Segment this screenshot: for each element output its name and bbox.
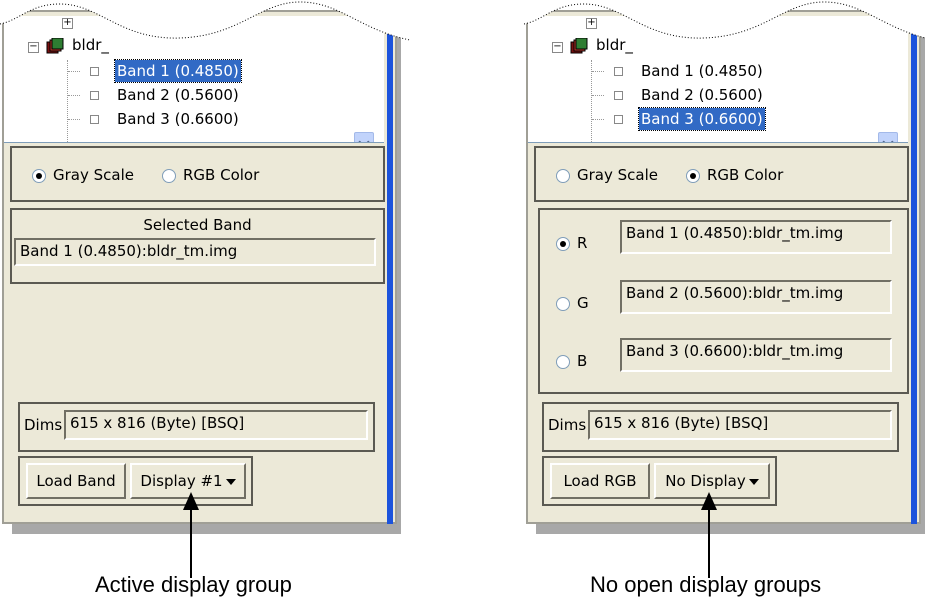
- dims-group: Dims 615 x 816 (Byte) [BSQ]: [542, 402, 899, 452]
- action-group: Load RGB No Display: [542, 456, 777, 506]
- dropdown-label: Display #1: [140, 472, 223, 490]
- band-icon: [614, 115, 623, 124]
- channel-b-option[interactable]: B: [556, 352, 587, 370]
- load-rgb-button[interactable]: Load RGB: [550, 463, 650, 499]
- radio-icon: [556, 236, 570, 251]
- option-label: RGB Color: [707, 166, 784, 184]
- load-band-button[interactable]: Load Band: [26, 463, 126, 499]
- button-label: Load RGB: [563, 472, 637, 490]
- band-list-panel-rgb: + − bldr_ Band 1 (0.4850) Band 2 (0.5600…: [524, 0, 926, 534]
- tree-line: [592, 119, 604, 120]
- option-label: Gray Scale: [577, 166, 658, 184]
- action-group: Load Band Display #1: [18, 456, 253, 506]
- band-icon: [614, 67, 623, 76]
- band-label: Band 1 (0.4850): [641, 62, 763, 80]
- radio-icon: [162, 168, 176, 183]
- window-border: [387, 10, 393, 524]
- channel-r-option[interactable]: R: [556, 234, 587, 252]
- tree-line: [592, 95, 604, 96]
- gray-scale-option[interactable]: Gray Scale: [556, 166, 658, 184]
- selected-band-title: Selected Band: [143, 216, 252, 234]
- dropdown-label: No Display: [665, 472, 746, 490]
- tree-line: [67, 60, 68, 142]
- channel-b-field: Band 3 (0.6600):bldr_tm.img: [620, 338, 892, 372]
- band-icon: [614, 91, 623, 100]
- color-mode-group: Gray Scale RGB Color: [534, 146, 909, 202]
- chevron-down-icon: [748, 478, 759, 485]
- arrow-line: [190, 508, 192, 578]
- band-label: Band 3 (0.6600): [117, 110, 239, 128]
- radio-icon: [556, 354, 570, 369]
- channel-label: B: [577, 352, 588, 370]
- band-list-panel-gray: + − bldr_ Band 1 (0.4850) Band 2 (0.5600…: [0, 0, 410, 534]
- band-label: Band 2 (0.5600): [641, 86, 763, 104]
- channel-g-option[interactable]: G: [556, 294, 589, 312]
- dims-label: Dims: [24, 416, 63, 434]
- band-icon: [90, 115, 99, 124]
- band-icon: [90, 67, 99, 76]
- rgb-color-option[interactable]: RGB Color: [162, 166, 259, 184]
- option-label: RGB Color: [183, 166, 260, 184]
- torn-edge: [524, 0, 926, 39]
- band-label: Band 2 (0.5600): [117, 86, 239, 104]
- caption-left: Active display group: [95, 572, 292, 597]
- rgb-channel-group: R Band 1 (0.4850):bldr_tm.img G Band 2 (…: [538, 208, 909, 394]
- dims-field: 615 x 816 (Byte) [BSQ]: [64, 410, 368, 440]
- scroll-down-button[interactable]: [878, 132, 898, 142]
- tree-line: [591, 60, 592, 142]
- radio-icon: [556, 296, 570, 311]
- gray-scale-option[interactable]: Gray Scale: [32, 166, 134, 184]
- channel-g-field: Band 2 (0.5600):bldr_tm.img: [620, 280, 892, 314]
- arrow-line: [708, 508, 710, 578]
- band-icon: [90, 91, 99, 100]
- channel-label: R: [577, 234, 588, 252]
- dims-label: Dims: [548, 416, 587, 434]
- radio-icon: [556, 168, 570, 183]
- radio-icon: [32, 168, 46, 183]
- window-border: [911, 10, 917, 524]
- selected-band-group: Selected Band Band 1 (0.4850):bldr_tm.im…: [10, 208, 385, 284]
- button-label: Load Band: [36, 472, 116, 490]
- band-label: Band 3 (0.6600): [638, 107, 766, 131]
- channel-r-field: Band 1 (0.4850):bldr_tm.img: [620, 220, 892, 254]
- radio-icon: [686, 168, 700, 183]
- color-mode-group: Gray Scale RGB Color: [10, 146, 385, 202]
- dims-field: 615 x 816 (Byte) [BSQ]: [588, 410, 892, 440]
- caption-right: No open display groups: [590, 572, 822, 597]
- torn-edge: [0, 0, 410, 41]
- option-label: Gray Scale: [53, 166, 134, 184]
- selected-band-field: Band 1 (0.4850):bldr_tm.img: [14, 238, 376, 266]
- tree-line: [592, 71, 604, 72]
- tree-line: [68, 71, 80, 72]
- scroll-down-button[interactable]: [354, 132, 374, 142]
- rgb-color-option[interactable]: RGB Color: [686, 166, 783, 184]
- tree-line: [68, 95, 80, 96]
- band-label: Band 1 (0.4850): [114, 59, 242, 83]
- tree-line: [68, 119, 80, 120]
- chevron-down-icon: [225, 478, 236, 485]
- channel-label: G: [577, 294, 589, 312]
- dims-group: Dims 615 x 816 (Byte) [BSQ]: [18, 402, 375, 452]
